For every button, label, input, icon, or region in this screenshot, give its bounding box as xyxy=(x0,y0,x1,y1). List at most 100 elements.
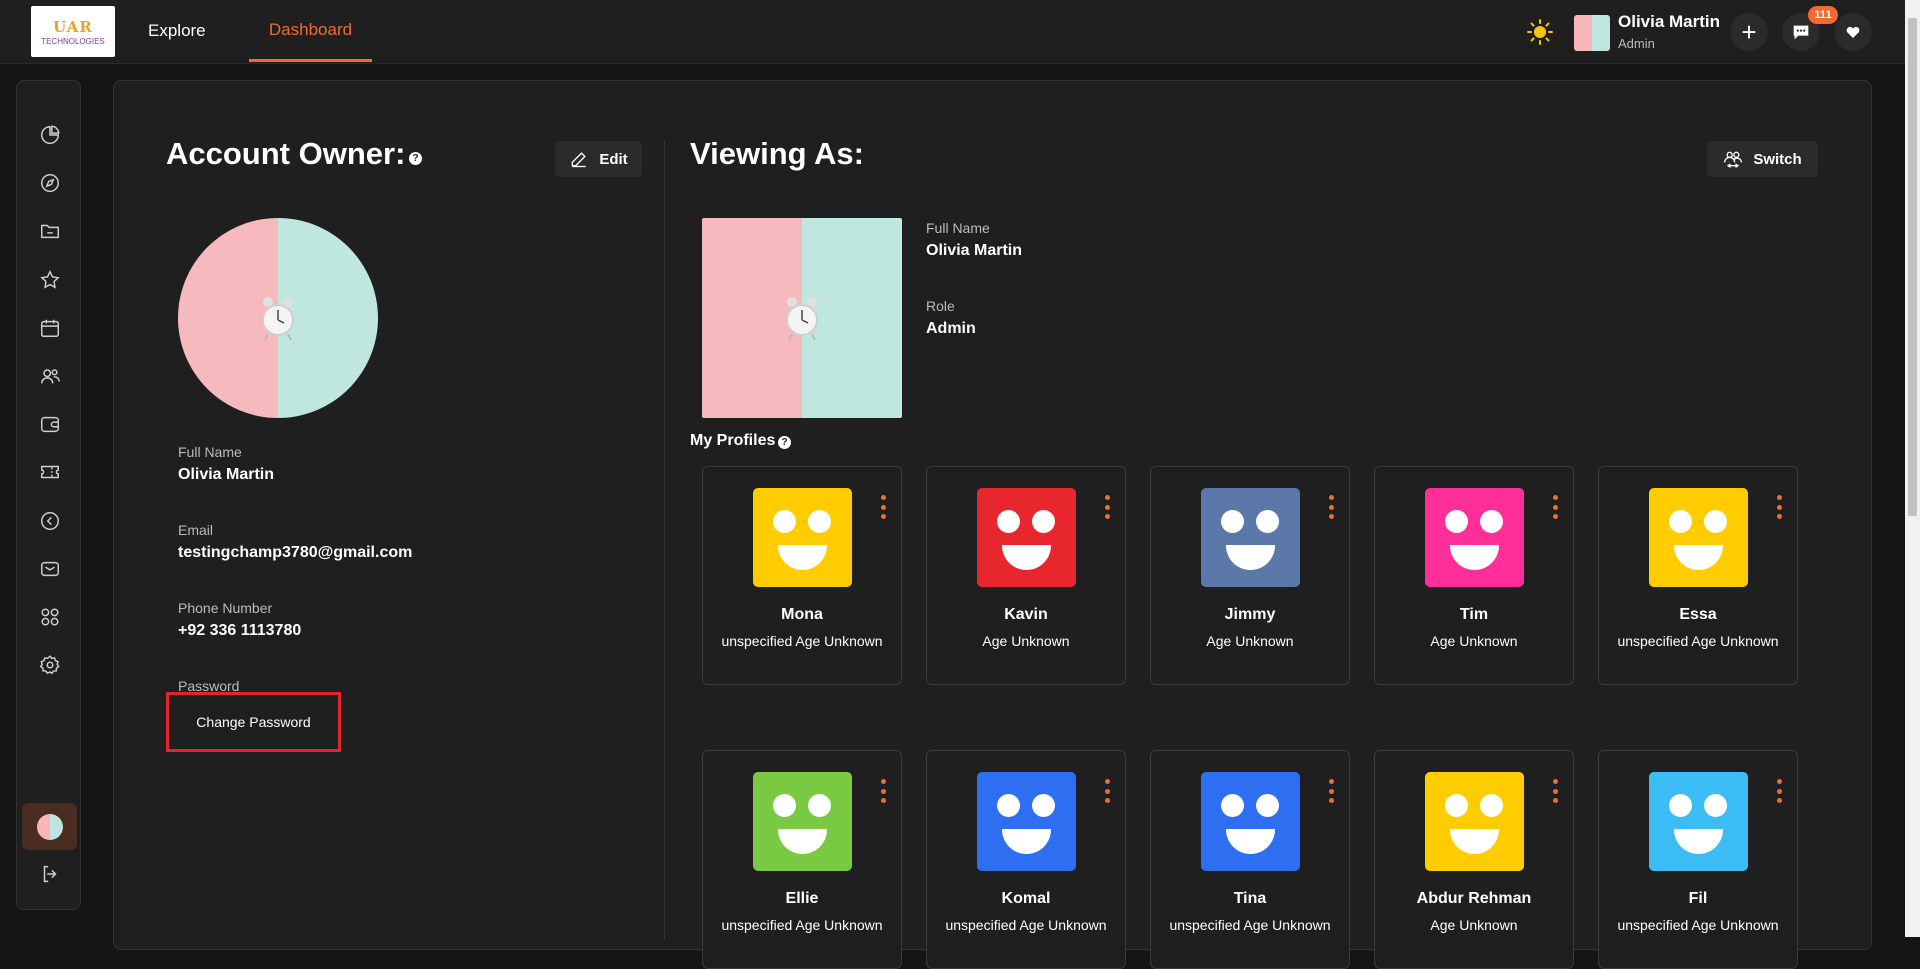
panel-divider xyxy=(664,140,665,940)
heart-icon xyxy=(1846,26,1860,38)
profile-card[interactable]: Essa unspecified Age Unknown xyxy=(1598,466,1798,685)
profile-avatar-smiley-icon xyxy=(977,488,1076,587)
profile-card[interactable]: Abdur Rehman Age Unknown xyxy=(1374,750,1574,969)
scrollbar-thumb[interactable] xyxy=(1908,18,1917,516)
profile-avatar-smiley-icon xyxy=(1649,772,1748,871)
my-profiles-title: My Profiles xyxy=(690,432,776,449)
profile-card[interactable]: Mona unspecified Age Unknown xyxy=(702,466,902,685)
profile-card[interactable]: Ellie unspecified Age Unknown xyxy=(702,750,902,969)
profile-name: Komal xyxy=(1001,890,1051,907)
profile-avatar-smiley-icon xyxy=(753,488,852,587)
kebab-menu-icon[interactable] xyxy=(1105,495,1111,519)
viewing-role-value: Admin xyxy=(926,320,976,337)
profile-name: Mona xyxy=(781,606,823,623)
kebab-menu-icon[interactable] xyxy=(1553,495,1559,519)
logo-subtext: TECHNOLOGIES xyxy=(41,36,105,46)
viewing-role-label: Role xyxy=(926,298,955,314)
add-button[interactable]: + xyxy=(1730,13,1768,51)
account-owner-title: Account Owner: xyxy=(166,136,406,171)
change-password-button[interactable]: Change Password xyxy=(166,692,341,752)
profile-info: unspecified Age Unknown xyxy=(721,633,883,649)
avatar xyxy=(36,813,63,840)
profile-info: Age Unknown xyxy=(1430,917,1518,933)
logo-text: UAR xyxy=(53,17,93,36)
phone-value: +92 336 1113780 xyxy=(178,622,302,639)
profile-card[interactable]: Kavin Age Unknown xyxy=(926,466,1126,685)
alarm-clock-icon xyxy=(262,297,294,341)
users-icon[interactable] xyxy=(39,365,61,387)
calendar-icon[interactable] xyxy=(39,317,61,339)
star-icon[interactable] xyxy=(39,269,61,291)
viewing-full-name-value: Olivia Martin xyxy=(926,242,1023,259)
profile-card[interactable]: Komal unspecified Age Unknown xyxy=(926,750,1126,969)
help-icon[interactable]: ? xyxy=(409,152,422,165)
ticket-icon[interactable] xyxy=(39,461,61,483)
kebab-menu-icon[interactable] xyxy=(1777,495,1783,519)
profile-avatar-smiley-icon xyxy=(1201,772,1300,871)
kebab-menu-icon[interactable] xyxy=(881,779,887,803)
profile-info: unspecified Age Unknown xyxy=(1617,917,1779,933)
profile-name: Fil xyxy=(1688,890,1708,907)
viewing-as-avatar xyxy=(702,218,902,418)
profile-card[interactable]: Tim Age Unknown xyxy=(1374,466,1574,685)
kebab-menu-icon[interactable] xyxy=(881,495,887,519)
kebab-menu-icon[interactable] xyxy=(1777,779,1783,803)
alarm-clock-icon xyxy=(786,297,818,341)
profile-info: unspecified Age Unknown xyxy=(1169,917,1331,933)
profile-card[interactable]: Tina unspecified Age Unknown xyxy=(1150,750,1350,969)
pencil-icon xyxy=(571,152,587,168)
theme-toggle-sun-icon[interactable] xyxy=(1527,19,1553,45)
kebab-menu-icon[interactable] xyxy=(1105,779,1111,803)
switch-users-icon xyxy=(1724,151,1743,168)
profile-avatar-smiley-icon xyxy=(753,772,852,871)
profile-name: Ellie xyxy=(785,890,819,907)
compass-icon[interactable] xyxy=(39,172,61,194)
full-name-value: Olivia Martin xyxy=(178,466,275,483)
email-label: Email xyxy=(178,522,214,538)
edit-label: Edit xyxy=(599,150,628,168)
profile-info: unspecified Age Unknown xyxy=(945,917,1107,933)
profile-name: Jimmy xyxy=(1224,606,1276,623)
profile-name: Tina xyxy=(1233,890,1267,907)
profile-info: Age Unknown xyxy=(1206,633,1294,649)
nav-dashboard[interactable]: Dashboard xyxy=(249,0,372,62)
profile-name: Essa xyxy=(1679,606,1717,623)
uar-logo[interactable]: UAR TECHNOLOGIES xyxy=(31,6,115,57)
switch-button[interactable]: Switch xyxy=(1707,141,1818,177)
profile-info: Age Unknown xyxy=(982,633,1070,649)
mail-icon[interactable] xyxy=(39,558,61,580)
notification-badge: 111 xyxy=(1808,6,1838,24)
profile-info: unspecified Age Unknown xyxy=(1617,633,1779,649)
nav-explore[interactable]: Explore xyxy=(148,0,206,62)
profile-info: unspecified Age Unknown xyxy=(721,917,883,933)
profile-name: Abdur Rehman xyxy=(1416,890,1532,907)
phone-label: Phone Number xyxy=(178,600,273,616)
account-owner-avatar xyxy=(178,218,378,418)
user-role: Admin xyxy=(1618,36,1655,51)
profile-avatar-smiley-icon xyxy=(977,772,1076,871)
folder-icon[interactable] xyxy=(39,220,61,242)
back-circle-icon[interactable] xyxy=(39,510,61,532)
settings-gear-icon[interactable] xyxy=(39,654,61,676)
sidebar-profile[interactable] xyxy=(22,803,77,850)
profile-card[interactable]: Jimmy Age Unknown xyxy=(1150,466,1350,685)
user-avatar[interactable] xyxy=(1574,15,1610,51)
logout-icon[interactable] xyxy=(39,863,61,885)
sidebar xyxy=(16,80,81,910)
help-icon[interactable]: ? xyxy=(778,436,791,449)
edit-button[interactable]: Edit xyxy=(555,141,642,177)
kebab-menu-icon[interactable] xyxy=(1329,779,1335,803)
kebab-menu-icon[interactable] xyxy=(1553,779,1559,803)
kebab-menu-icon[interactable] xyxy=(1329,495,1335,519)
user-name[interactable]: Olivia Martin xyxy=(1618,12,1720,32)
favorites-button[interactable] xyxy=(1834,13,1872,51)
top-navbar: UAR TECHNOLOGIES Explore Dashboard Olivi… xyxy=(0,0,1905,64)
wallet-icon[interactable] xyxy=(39,413,61,435)
profile-avatar-smiley-icon xyxy=(1425,772,1524,871)
profile-avatar-smiley-icon xyxy=(1649,488,1748,587)
chart-pie-icon[interactable] xyxy=(39,124,61,146)
apps-grid-icon[interactable] xyxy=(39,606,61,628)
viewing-as-title: Viewing As: xyxy=(690,136,864,171)
profile-card[interactable]: Fil unspecified Age Unknown xyxy=(1598,750,1798,969)
switch-label: Switch xyxy=(1753,150,1802,168)
